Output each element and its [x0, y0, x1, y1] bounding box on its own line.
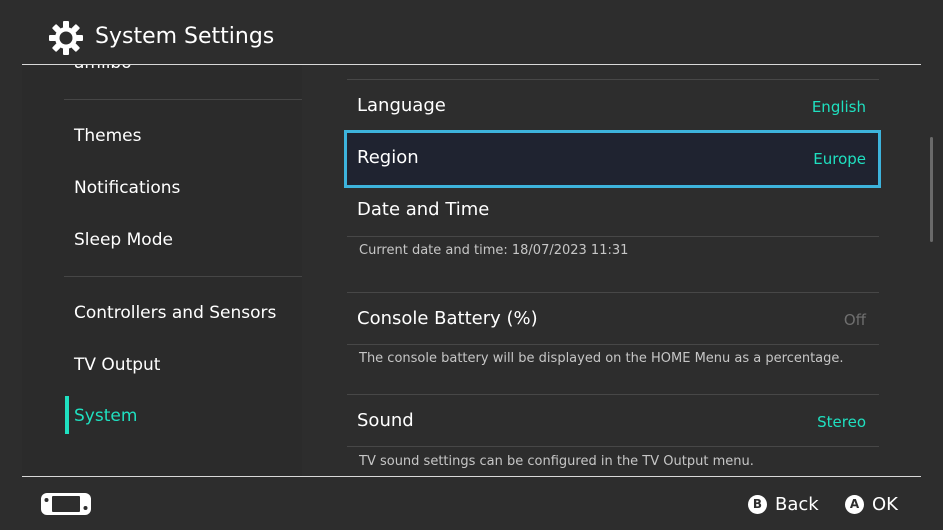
a-button-icon: A	[845, 494, 864, 514]
console-icon	[41, 493, 91, 515]
sidebar-item-system[interactable]: System	[74, 406, 137, 426]
row-label-language: Language	[357, 95, 446, 116]
row-label-console-battery: Console Battery (%)	[357, 308, 538, 329]
row-value-sound: Stereo	[817, 413, 866, 431]
row-description-sound: TV sound settings can be configured in t…	[359, 454, 754, 469]
sidebar-item-tv-output[interactable]: TV Output	[74, 355, 160, 375]
back-label: Back	[775, 493, 819, 515]
scrollbar[interactable]	[930, 137, 933, 242]
sidebar-item-controllers-and-sensors[interactable]: Controllers and Sensors	[74, 303, 276, 323]
sidebar-divider	[64, 99, 302, 100]
sidebar-item-notifications[interactable]: Notifications	[74, 178, 180, 198]
b-button-icon: B	[748, 494, 767, 514]
sidebar-item-amiibo[interactable]: amiibo	[74, 65, 132, 73]
settings-row-region[interactable]	[344, 130, 881, 188]
row-divider	[347, 292, 879, 293]
sidebar: amiibo Themes Notifications Sleep Mode C…	[22, 65, 302, 476]
row-divider	[347, 79, 879, 80]
row-divider	[347, 446, 879, 447]
row-description-date-and-time: Current date and time: 18/07/2023 11:31	[359, 243, 629, 258]
row-divider	[347, 394, 879, 395]
sidebar-divider	[64, 276, 302, 277]
sidebar-item-sleep-mode[interactable]: Sleep Mode	[74, 230, 173, 250]
row-divider	[347, 236, 879, 237]
row-divider	[347, 344, 879, 345]
settings-list: Language English Region Europe Date and …	[302, 65, 920, 476]
row-label-region: Region	[357, 147, 419, 168]
header: System Settings	[0, 0, 943, 64]
row-value-region: Europe	[813, 150, 866, 168]
row-label-date-and-time: Date and Time	[357, 199, 490, 220]
row-label-sound: Sound	[357, 410, 414, 431]
gear-icon	[49, 21, 83, 55]
back-button[interactable]: B Back	[748, 492, 819, 516]
ok-label: OK	[872, 493, 898, 515]
page-title: System Settings	[95, 24, 275, 49]
ok-button[interactable]: A OK	[845, 492, 898, 516]
footer-divider	[22, 476, 921, 477]
row-value-console-battery: Off	[843, 311, 866, 329]
row-description-console-battery: The console battery will be displayed on…	[359, 351, 844, 366]
row-value-language: English	[811, 98, 866, 116]
selection-indicator	[65, 396, 69, 434]
sidebar-item-themes[interactable]: Themes	[74, 126, 142, 146]
